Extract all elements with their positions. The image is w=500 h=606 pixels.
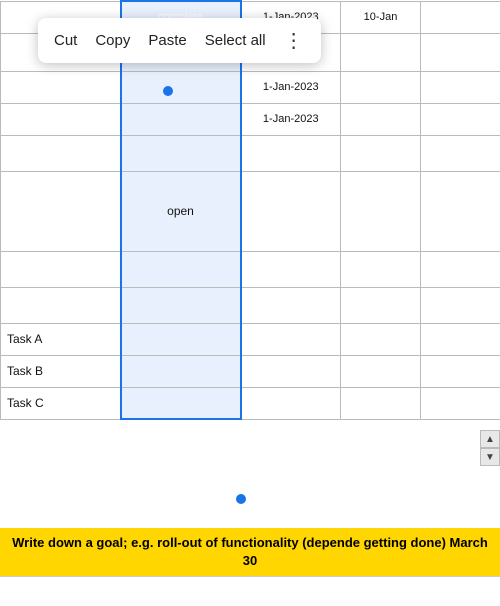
cut-menu-item[interactable]: Cut bbox=[54, 32, 77, 49]
table-row: Task A bbox=[1, 323, 500, 355]
spreadsheet-table: complete 1-Jan-2023 10-Jan open 1-Jan-20… bbox=[0, 0, 500, 420]
selection-handle-bottom[interactable] bbox=[236, 494, 246, 504]
banner-text: Write down a goal; e.g. roll-out of func… bbox=[12, 535, 488, 568]
yellow-banner: Write down a goal; e.g. roll-out of func… bbox=[0, 528, 500, 576]
paste-menu-item[interactable]: Paste bbox=[148, 32, 186, 49]
spreadsheet-grid: complete 1-Jan-2023 10-Jan open 1-Jan-20… bbox=[0, 0, 500, 606]
scroll-up-button[interactable]: ▲ bbox=[480, 430, 500, 448]
scroll-control: ▲ ▼ bbox=[480, 430, 500, 466]
table-row: 1-Jan-2023 bbox=[1, 103, 500, 135]
table-row: Task B bbox=[1, 355, 500, 387]
table-row bbox=[1, 287, 500, 323]
table-row bbox=[1, 251, 500, 287]
scroll-down-button[interactable]: ▼ bbox=[480, 448, 500, 466]
bottom-bar bbox=[0, 576, 500, 606]
more-menu-item[interactable]: ⋮ bbox=[284, 28, 305, 53]
table-row: Task C bbox=[1, 387, 500, 419]
copy-menu-item[interactable]: Copy bbox=[95, 32, 130, 49]
table-row: open bbox=[1, 171, 500, 251]
select-all-menu-item[interactable]: Select all bbox=[205, 32, 266, 49]
context-menu: Cut Copy Paste Select all ⋮ bbox=[38, 18, 321, 63]
table-row: 1-Jan-2023 bbox=[1, 71, 500, 103]
table-row bbox=[1, 135, 500, 171]
selection-handle-top[interactable] bbox=[163, 86, 173, 96]
